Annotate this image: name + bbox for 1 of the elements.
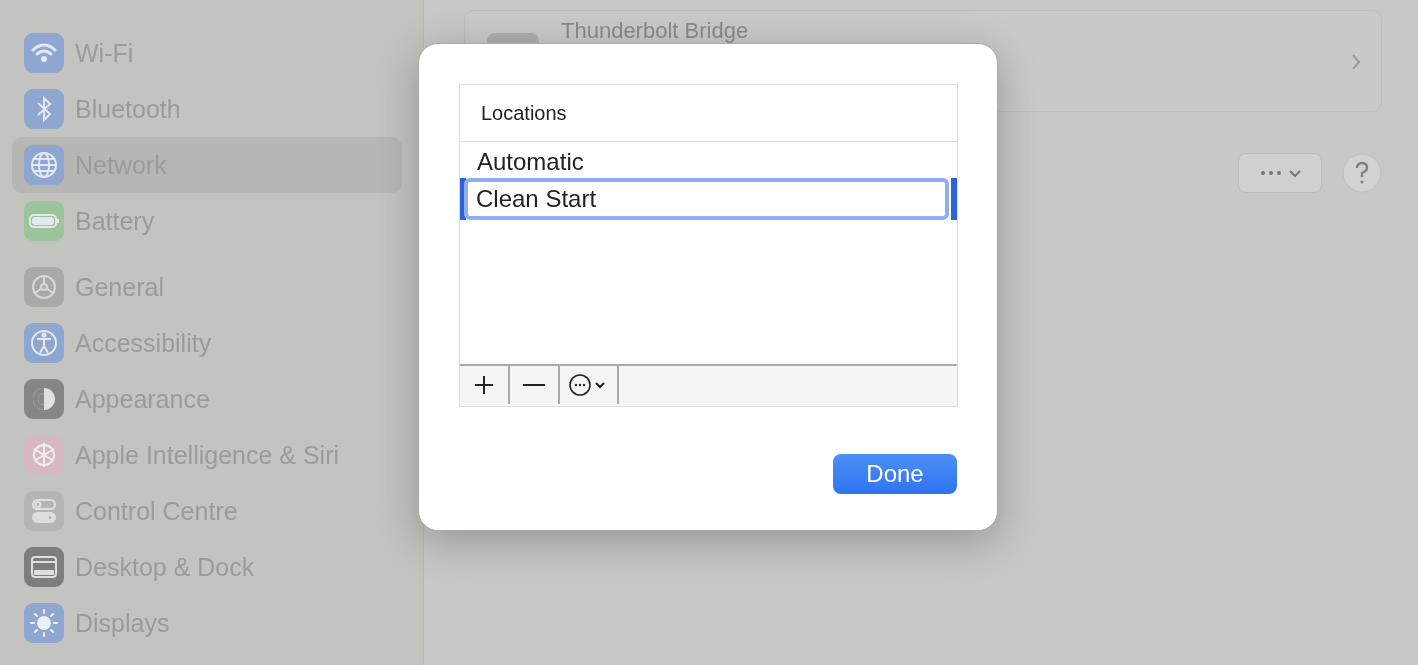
service-name: Thunderbolt Bridge (561, 19, 749, 43)
